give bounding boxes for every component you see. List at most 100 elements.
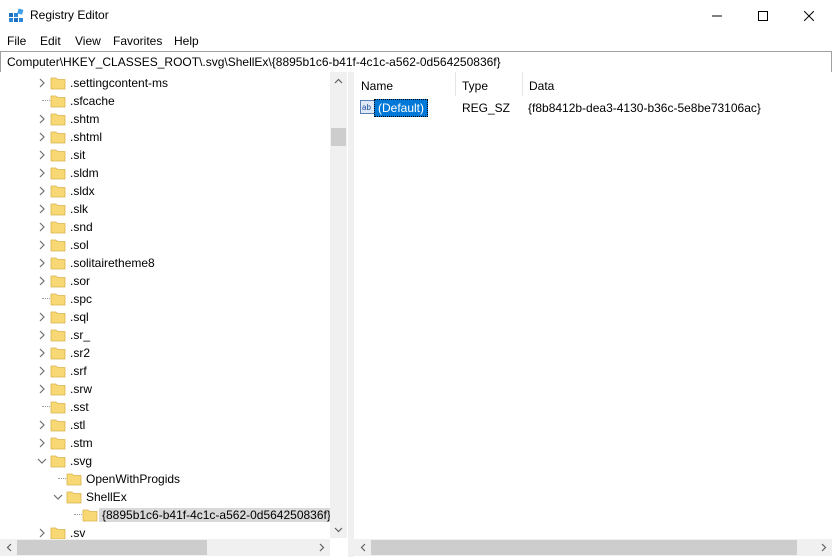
folder-icon <box>50 221 66 234</box>
tree-node-label: .sv <box>70 526 86 540</box>
value-row[interactable]: ab (Default) REG_SZ {f8b8412b-dea3-4130-… <box>354 98 832 118</box>
menu-file[interactable]: File <box>7 34 26 48</box>
tree-node[interactable]: .solitairetheme8 <box>0 254 326 272</box>
folder-icon <box>50 77 66 90</box>
tree-node[interactable]: .shtm <box>0 110 326 128</box>
tree-node[interactable]: .stl <box>0 416 326 434</box>
folder-icon <box>50 131 66 144</box>
tree-horizontal-scrollbar[interactable] <box>0 539 330 556</box>
tree-node[interactable]: .sfcache <box>0 92 326 110</box>
tree-node[interactable]: .stm <box>0 434 326 452</box>
title-bar: Registry Editor <box>0 0 832 31</box>
chevron-right-icon[interactable] <box>36 130 48 144</box>
chevron-right-icon[interactable] <box>36 166 48 180</box>
tree-connector-line <box>74 514 82 515</box>
maximize-icon <box>758 10 768 21</box>
tree-node[interactable]: .snd <box>0 218 326 236</box>
value-data: {f8b8412b-dea3-4130-b36c-5e8be73106ac} <box>528 101 761 115</box>
column-header-type[interactable]: Type <box>455 72 522 96</box>
tree-node[interactable]: .sit <box>0 146 326 164</box>
scroll-right-arrow-icon[interactable] <box>313 539 330 556</box>
folder-icon <box>82 509 98 522</box>
tree-vertical-scrollbar[interactable] <box>330 72 347 538</box>
tree-node[interactable]: OpenWithProgids <box>0 470 326 488</box>
menu-help[interactable]: Help <box>174 34 199 48</box>
chevron-right-icon[interactable] <box>36 382 48 396</box>
menu-favorites[interactable]: Favorites <box>113 34 162 48</box>
tree-node[interactable]: .slk <box>0 200 326 218</box>
tree-connector-line <box>42 100 50 101</box>
chevron-right-icon[interactable] <box>36 148 48 162</box>
scroll-down-arrow-icon[interactable] <box>330 521 347 538</box>
tree-node[interactable]: .shtml <box>0 128 326 146</box>
chevron-down-icon[interactable] <box>52 490 64 504</box>
minimize-icon <box>712 15 722 16</box>
tree-node[interactable]: .sldx <box>0 182 326 200</box>
values-list-pane[interactable]: Name Type Data ab (Default) REG_SZ {f8b8… <box>354 72 832 557</box>
tree-node-label: .sst <box>70 400 89 414</box>
folder-icon <box>50 149 66 162</box>
scroll-left-arrow-icon[interactable] <box>0 539 17 556</box>
key-tree-pane[interactable]: .settingcontent-ms .sfcache .shtm .shtml .si… <box>0 72 348 557</box>
tree-connector-line <box>58 478 66 479</box>
tree-node[interactable]: ShellEx <box>0 488 326 506</box>
chevron-down-icon[interactable] <box>36 454 48 468</box>
chevron-right-icon[interactable] <box>36 418 48 432</box>
tree-horizontal-scroll-thumb[interactable] <box>17 540 207 555</box>
values-horizontal-scrollbar[interactable] <box>354 539 832 556</box>
scroll-up-arrow-icon[interactable] <box>330 72 347 89</box>
tree-node[interactable]: .sor <box>0 272 326 290</box>
maximize-button[interactable] <box>740 0 786 31</box>
chevron-right-icon[interactable] <box>36 112 48 126</box>
value-name[interactable]: (Default) <box>374 99 429 117</box>
scroll-right-arrow-icon[interactable] <box>815 539 832 556</box>
tree-node[interactable]: .srw <box>0 380 326 398</box>
menu-edit[interactable]: Edit <box>40 34 61 48</box>
folder-icon <box>50 275 66 288</box>
chevron-right-icon[interactable] <box>36 346 48 360</box>
tree-node-label: .sit <box>70 148 86 162</box>
chevron-right-icon[interactable] <box>36 76 48 90</box>
tree-node[interactable]: .sql <box>0 308 326 326</box>
column-header-name[interactable]: Name <box>354 72 455 96</box>
chevron-right-icon[interactable] <box>36 364 48 378</box>
chevron-right-icon[interactable] <box>36 328 48 342</box>
scroll-left-arrow-icon[interactable] <box>354 539 371 556</box>
chevron-right-icon[interactable] <box>36 436 48 450</box>
tree-node[interactable]: .srf <box>0 362 326 380</box>
chevron-right-icon[interactable] <box>36 274 48 288</box>
address-path: Computer\HKEY_CLASSES_ROOT\.svg\ShellEx\… <box>7 55 501 69</box>
chevron-right-icon[interactable] <box>36 202 48 216</box>
tree-node-label: .sr_ <box>70 328 91 342</box>
chevron-right-icon[interactable] <box>36 256 48 270</box>
menu-view[interactable]: View <box>75 34 101 48</box>
close-button[interactable] <box>786 0 832 31</box>
svg-text:ab: ab <box>362 103 371 112</box>
tree-node[interactable]: .settingcontent-ms <box>0 74 326 92</box>
tree-node[interactable]: .sr_ <box>0 326 326 344</box>
tree-vertical-scroll-thumb[interactable] <box>331 128 346 146</box>
tree-node[interactable]: .sol <box>0 236 326 254</box>
minimize-button[interactable] <box>694 0 740 31</box>
tree-node[interactable]: .sldm <box>0 164 326 182</box>
folder-icon <box>50 311 66 324</box>
chevron-right-icon[interactable] <box>36 238 48 252</box>
values-horizontal-scroll-thumb[interactable] <box>371 540 797 555</box>
tree-node[interactable]: .sr2 <box>0 344 326 362</box>
chevron-right-icon[interactable] <box>36 310 48 324</box>
tree-node-label: .sr2 <box>70 346 91 360</box>
tree-node[interactable]: .sst <box>0 398 326 416</box>
folder-icon <box>50 113 66 126</box>
tree-node[interactable]: .svg <box>0 452 326 470</box>
column-header-data[interactable]: Data <box>522 72 822 96</box>
tree-node[interactable]: {8895b1c6-b41f-4c1c-a562-0d564250836f} <box>0 506 334 524</box>
chevron-right-icon[interactable] <box>36 184 48 198</box>
chevron-right-icon[interactable] <box>36 526 48 540</box>
folder-icon <box>50 455 66 468</box>
tree-node[interactable]: .spc <box>0 290 326 308</box>
address-bar[interactable]: Computer\HKEY_CLASSES_ROOT\.svg\ShellEx\… <box>0 51 832 73</box>
chevron-right-icon[interactable] <box>36 220 48 234</box>
tree-node-label: .settingcontent-ms <box>70 76 169 90</box>
tree-node-label: .stl <box>70 418 86 432</box>
tree-node-label: .sql <box>70 310 89 324</box>
